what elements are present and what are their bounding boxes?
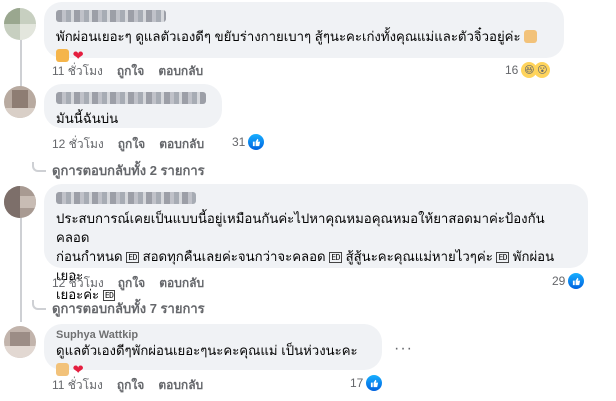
avatar[interactable] [4,186,36,218]
reply-arrow-icon [32,161,46,172]
view-replies-link[interactable]: ดูการตอบกลับทั้ง 7 รายการ [32,298,205,319]
comment-text: มันนี้ฉันบ่น [56,111,119,126]
comment-bubble: มันนี้ฉันบ่น [44,84,222,128]
comment-actions: 11 ชั่วโมง ถูกใจ ตอบกลับ [52,62,203,81]
comment-time[interactable]: 11 ชั่วโมง [52,376,103,395]
like-reaction-icon [366,375,383,391]
victory-hand-emoji-icon [56,363,69,376]
red-heart-emoji-icon: ❤ [72,362,84,377]
victory-hand-emoji-icon [524,30,538,43]
comment-time[interactable]: 11 ชั่วโมง [52,62,103,81]
avatar[interactable] [4,326,36,358]
thread-line [20,212,22,322]
comment-actions: 12 ชั่วโมง ถูกใจ ตอบกลับ [52,135,204,154]
wow-reaction-icon: 😮 [534,62,551,78]
comment-text: พักผ่อนเยอะๆ ดูแลตัวเองดีๆ ขยับร่างกายเบ… [56,27,552,65]
author-name[interactable]: Suphya Wattkip [56,329,370,341]
reaction-summary[interactable]: 16 😆 😮 [505,62,551,78]
author-name-redacted[interactable] [56,192,196,204]
comment-bubble: Suphya Wattkip ดูแลตัวเองดีๆพักผ่อนเยอะๆ… [44,324,382,377]
avatar[interactable] [4,86,36,118]
reply-button[interactable]: ตอบกลับ [159,274,204,293]
like-button[interactable]: ถูกใจ [118,274,145,293]
view-replies-label: ดูการตอบกลับทั้ง 2 รายการ [52,163,205,178]
flexed-biceps-emoji-icon [56,49,69,62]
reply-button[interactable]: ตอบกลับ [158,376,203,395]
like-button[interactable]: ถูกใจ [118,135,145,154]
reaction-count: 16 [505,63,519,77]
reaction-summary[interactable]: 31 [232,134,265,150]
reply-arrow-icon [32,299,46,310]
reaction-count: 31 [232,135,246,149]
unrendered-glyph-icon: ED [126,252,139,263]
reply-button[interactable]: ตอบกลับ [159,135,204,154]
comment-time[interactable]: 12 ชั่วโมง [52,274,104,293]
comment-bubble: ประสบการณ์เคยเป็นแบบนี้อยู่เหมือนกันค่ะไ… [44,184,588,302]
like-button[interactable]: ถูกใจ [117,62,144,81]
like-reaction-icon [568,273,585,289]
like-reaction-icon [248,134,265,150]
reaction-count: 17 [350,376,364,390]
author-name-redacted[interactable] [56,92,206,104]
red-heart-emoji-icon: ❤ [72,48,84,63]
author-name-redacted[interactable] [56,10,166,22]
like-button[interactable]: ถูกใจ [117,376,144,395]
more-options-icon[interactable]: ··· [394,340,413,358]
reaction-summary[interactable]: 29 [552,273,585,289]
unrendered-glyph-icon: ED [496,252,510,263]
comment-actions: 11 ชั่วโมง ถูกใจ ตอบกลับ [52,376,203,395]
comment-text: ดูแลตัวเองดีๆพักผ่อนเยอะๆนะคะคุณแม่ เป็น… [56,343,358,377]
view-replies-label: ดูการตอบกลับทั้ง 7 รายการ [52,301,205,316]
comment-bubble: พักผ่อนเยอะๆ ดูแลตัวเองดีๆ ขยับร่างกายเบ… [44,2,564,63]
unrendered-glyph-icon: ED [329,252,342,263]
avatar[interactable] [4,8,36,40]
reply-button[interactable]: ตอบกลับ [158,62,203,81]
comment-actions: 12 ชั่วโมง ถูกใจ ตอบกลับ [52,274,204,293]
reaction-count: 29 [552,274,566,288]
reaction-summary[interactable]: 17 [350,375,383,391]
view-replies-link[interactable]: ดูการตอบกลับทั้ง 2 รายการ [32,160,205,181]
comment-time[interactable]: 12 ชั่วโมง [52,135,104,154]
